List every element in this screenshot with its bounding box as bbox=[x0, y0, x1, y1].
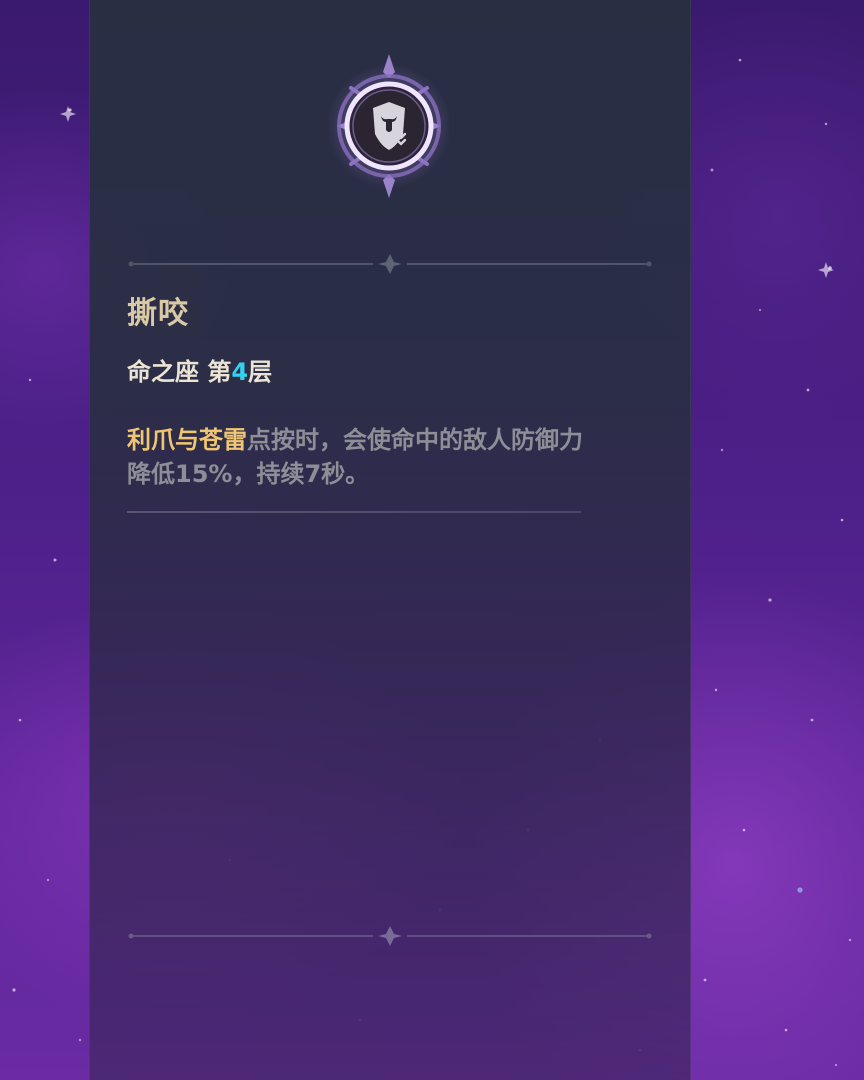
description-skill-highlight: 利爪与苍雷 bbox=[127, 426, 247, 454]
constellation-level-prefix: 命之座 第 bbox=[127, 358, 232, 386]
constellation-emblem bbox=[329, 54, 449, 198]
description-underline bbox=[127, 511, 581, 513]
constellation-level: 命之座 第4层 bbox=[127, 352, 272, 387]
section-divider-bottom bbox=[128, 926, 652, 946]
constellation-level-number: 4 bbox=[231, 358, 249, 386]
constellation-level-suffix: 层 bbox=[248, 358, 273, 386]
section-divider-top bbox=[128, 254, 652, 274]
constellation-title: 撕咬 bbox=[127, 296, 189, 331]
constellation-description: 利爪与苍雷点按时，会使命中的敌人防御力降低15%，持续7秒。 bbox=[127, 423, 587, 491]
